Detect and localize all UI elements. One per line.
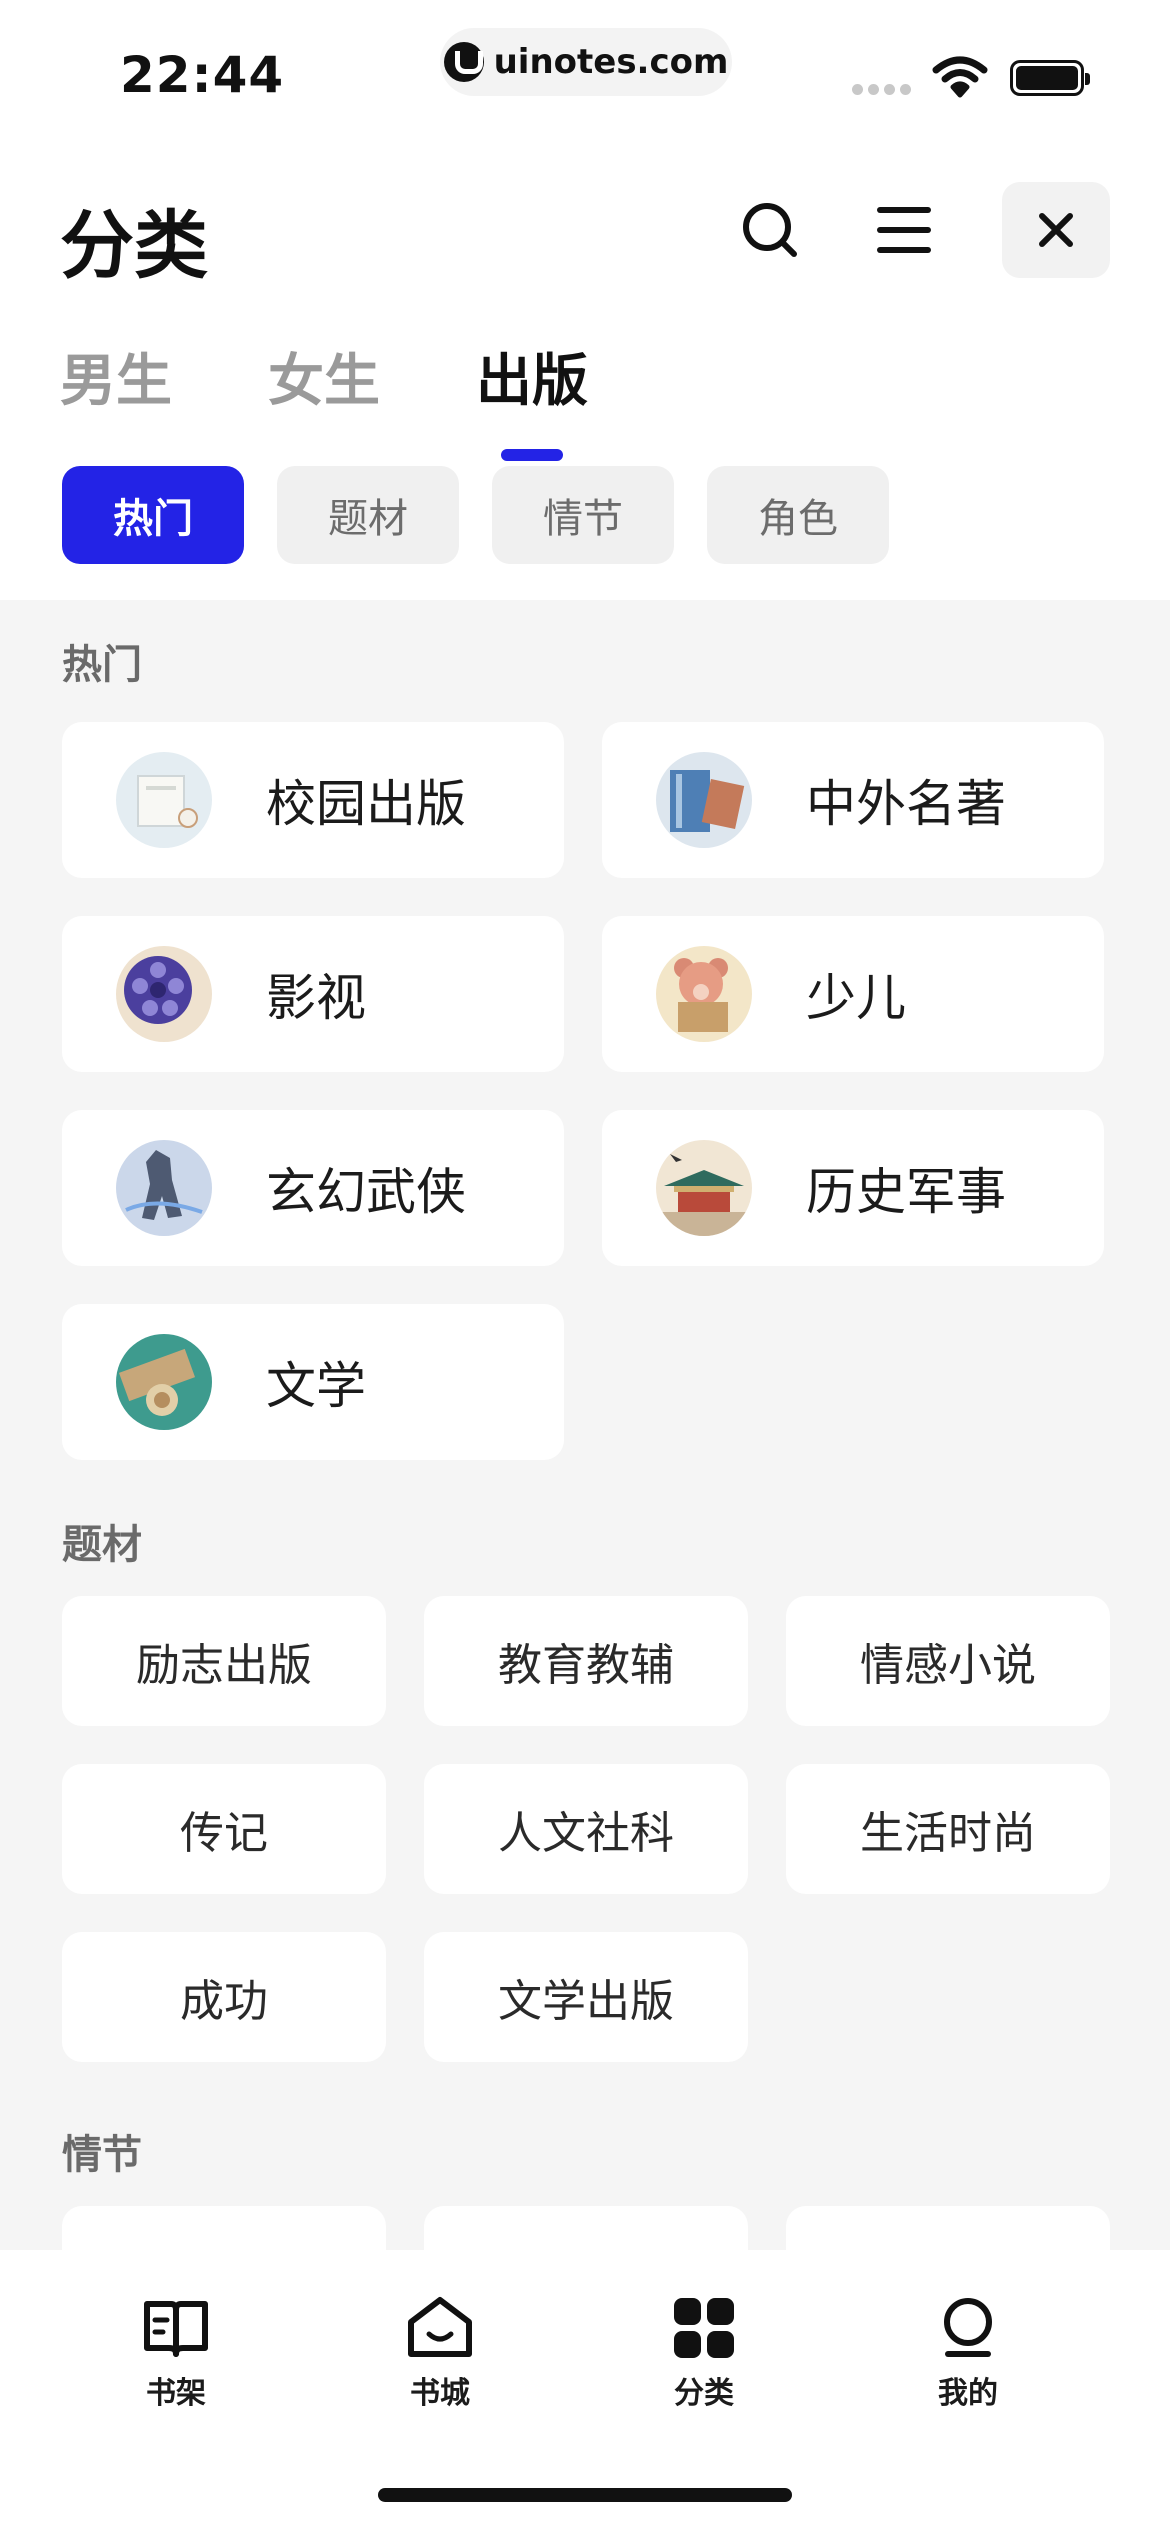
theme-tag[interactable]: 传记 bbox=[62, 1764, 386, 1894]
category-card-literature[interactable]: 文学 bbox=[62, 1304, 564, 1460]
nav-label: 我的 bbox=[938, 2376, 998, 2411]
cellular-signal-icon bbox=[852, 84, 911, 95]
search-icon bbox=[743, 203, 797, 257]
nav-bookstore[interactable]: 书城 bbox=[360, 2296, 520, 2412]
page-title: 分类 bbox=[60, 203, 208, 289]
warrior-thumb bbox=[116, 1140, 212, 1236]
home-indicator[interactable] bbox=[378, 2488, 792, 2502]
profile-icon bbox=[944, 2298, 992, 2357]
nav-bookshelf[interactable]: 书架 bbox=[96, 2296, 256, 2412]
category-card-fantasy[interactable]: 玄幻武侠 bbox=[62, 1110, 564, 1266]
menu-icon bbox=[877, 207, 931, 253]
category-card-film[interactable]: 影视 bbox=[62, 916, 564, 1072]
theme-tag[interactable]: 教育教辅 bbox=[424, 1596, 748, 1726]
nav-category[interactable]: 分类 bbox=[624, 2296, 784, 2412]
section-title-hot: 热门 bbox=[62, 642, 142, 688]
category-card-history[interactable]: 历史军事 bbox=[602, 1110, 1104, 1266]
category-label: 历史军事 bbox=[806, 1163, 1006, 1221]
wifi-icon bbox=[932, 56, 988, 98]
nav-profile[interactable]: 我的 bbox=[888, 2296, 1048, 2412]
theme-tag[interactable]: 生活时尚 bbox=[786, 1764, 1110, 1894]
filter-chips: 热门 题材 情节 角色 bbox=[62, 466, 889, 564]
category-label: 文学 bbox=[266, 1357, 366, 1415]
url-pill[interactable]: uinotes.com bbox=[440, 28, 732, 96]
site-url: uinotes.com bbox=[493, 42, 729, 82]
battery-icon bbox=[1010, 60, 1090, 96]
gender-tabs: 男生 女生 出版 bbox=[60, 336, 684, 461]
status-time: 22:44 bbox=[120, 46, 285, 104]
tab-publish[interactable]: 出版 bbox=[476, 336, 588, 461]
section-title-theme: 题材 bbox=[62, 1522, 142, 1568]
category-label: 中外名著 bbox=[806, 775, 1006, 833]
status-bar: 22:44 uinotes.com bbox=[0, 0, 1170, 150]
category-card-campus[interactable]: 校园出版 bbox=[62, 722, 564, 878]
bookshelf-icon bbox=[144, 2301, 208, 2357]
nav-label: 分类 bbox=[674, 2376, 734, 2411]
close-button[interactable] bbox=[1002, 182, 1110, 278]
close-icon bbox=[1039, 213, 1073, 247]
teddy-bear-thumb bbox=[656, 946, 752, 1042]
palace-thumb bbox=[656, 1140, 752, 1236]
search-button[interactable] bbox=[736, 196, 804, 264]
chip-plot[interactable]: 情节 bbox=[492, 466, 674, 564]
campus-thumb bbox=[116, 752, 212, 848]
chip-theme[interactable]: 题材 bbox=[277, 466, 459, 564]
classics-thumb bbox=[656, 752, 752, 848]
theme-tag[interactable]: 励志出版 bbox=[62, 1596, 386, 1726]
film-reel-thumb bbox=[116, 946, 212, 1042]
theme-tag[interactable]: 人文社科 bbox=[424, 1764, 748, 1894]
bookstore-icon bbox=[408, 2297, 472, 2357]
plot-tag[interactable] bbox=[62, 2206, 386, 2250]
nav-label: 书架 bbox=[146, 2376, 206, 2411]
chip-hot[interactable]: 热门 bbox=[62, 466, 244, 564]
section-title-plot: 情节 bbox=[62, 2132, 142, 2178]
menu-button[interactable] bbox=[870, 196, 938, 264]
plot-tag[interactable] bbox=[424, 2206, 748, 2250]
category-label: 校园出版 bbox=[266, 775, 466, 833]
category-icon bbox=[674, 2298, 734, 2358]
category-label: 玄幻武侠 bbox=[266, 1163, 466, 1221]
nav-label: 书城 bbox=[410, 2376, 470, 2411]
chip-role[interactable]: 角色 bbox=[707, 466, 889, 564]
category-label: 影视 bbox=[266, 969, 366, 1027]
category-card-kids[interactable]: 少儿 bbox=[602, 916, 1104, 1072]
site-logo-icon bbox=[443, 42, 484, 82]
tab-female[interactable]: 女生 bbox=[268, 336, 380, 417]
tab-male[interactable]: 男生 bbox=[60, 336, 172, 417]
scroll-thumb bbox=[116, 1334, 212, 1430]
theme-tag[interactable]: 文学出版 bbox=[424, 1932, 748, 2062]
plot-tag[interactable] bbox=[786, 2206, 1110, 2250]
category-label: 少儿 bbox=[806, 969, 906, 1027]
theme-tag[interactable]: 成功 bbox=[62, 1932, 386, 2062]
category-card-classics[interactable]: 中外名著 bbox=[602, 722, 1104, 878]
category-content[interactable]: 热门 校园出版 中外名著 影视 少儿 玄幻武侠 历史军事 文学 题材 励志出版 … bbox=[0, 600, 1170, 2250]
theme-tag[interactable]: 情感小说 bbox=[786, 1596, 1110, 1726]
